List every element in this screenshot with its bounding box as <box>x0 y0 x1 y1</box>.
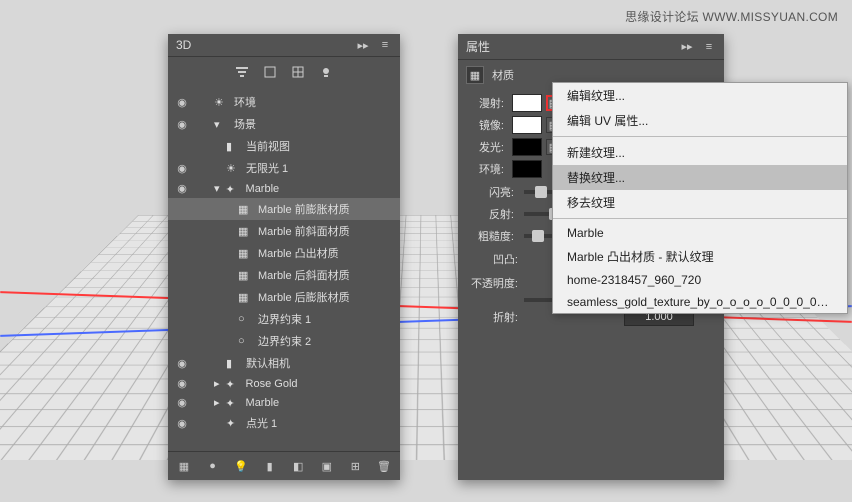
diffuse-swatch[interactable] <box>512 94 542 112</box>
material-icon: ▦ <box>466 66 484 84</box>
menu-new-texture[interactable]: 新建纹理... <box>553 140 847 165</box>
filter-1-icon[interactable] <box>235 65 249 79</box>
eye-icon[interactable]: ◉ <box>174 96 190 109</box>
eye-icon[interactable]: ◉ <box>174 182 190 195</box>
material-sub-title: 材质 <box>492 67 514 83</box>
eye-icon[interactable]: ◉ <box>174 417 190 430</box>
chevron-right-icon[interactable]: ▸▸ <box>356 38 370 52</box>
light-icon[interactable] <box>319 65 333 79</box>
sphere-icon[interactable]: ● <box>205 458 221 474</box>
eye-icon[interactable]: ◉ <box>174 162 190 175</box>
tree-point-light[interactable]: ◉✦点光 1 <box>168 412 400 434</box>
tree-boundary-1[interactable]: ○边界约束 1 <box>168 308 400 330</box>
render-icon[interactable]: ▣ <box>319 458 335 474</box>
menu-texture-item[interactable]: home-2318457_960_720 <box>553 269 847 291</box>
scene-tree: ◉☀环境 ◉▾场景 ▮当前视图 ◉☀无限光 1 ◉▾✦Marble ▦Marbl… <box>168 87 400 451</box>
menu-texture-item[interactable]: Marble <box>553 222 847 244</box>
watermark: 思缘设计论坛 WWW.MISSYUAN.COM <box>625 8 838 25</box>
trash-icon[interactable]: 🗑 <box>376 458 392 474</box>
tree-rose-gold[interactable]: ◉▸✦Rose Gold <box>168 374 400 393</box>
menu-texture-item[interactable]: Marble 凸出材质 - 默认纹理 <box>553 244 847 269</box>
emission-swatch[interactable] <box>512 138 542 156</box>
panel-3d-top-toolbar <box>168 57 400 87</box>
new-icon[interactable]: ⊞ <box>347 458 363 474</box>
menu-texture-item[interactable]: seamless_gold_texture_by_o_o_o_o_0_0_0_0… <box>553 291 847 313</box>
chevron-right-icon[interactable]: ▸▸ <box>680 40 694 54</box>
tree-scene[interactable]: ◉▾场景 <box>168 113 400 135</box>
panel-properties-title: 属性 <box>466 38 680 55</box>
panel-menu-icon[interactable]: ≡ <box>378 38 392 52</box>
menu-replace-texture[interactable]: 替换纹理... <box>553 165 847 190</box>
color-icon[interactable]: ◧ <box>290 458 306 474</box>
panel-menu-icon[interactable]: ≡ <box>702 40 716 54</box>
tree-boundary-2[interactable]: ○边界约束 2 <box>168 330 400 352</box>
tree-infinite-light[interactable]: ◉☀无限光 1 <box>168 157 400 179</box>
light-icon[interactable]: 💡 <box>233 458 249 474</box>
panel-3d-bottom-toolbar: ▦ ● 💡 ▮ ◧ ▣ ⊞ 🗑 <box>168 451 400 480</box>
camera-icon[interactable]: ▮ <box>262 458 278 474</box>
panel-3d-title: 3D <box>176 38 356 52</box>
tree-marble-2[interactable]: ◉▸✦Marble <box>168 393 400 412</box>
texture-context-menu: 编辑纹理... 编辑 UV 属性... 新建纹理... 替换纹理... 移去纹理… <box>552 82 848 314</box>
panel-3d: 3D ▸▸ ≡ ◉☀环境 ◉▾场景 ▮当前视图 ◉☀无限光 1 ◉▾✦Marbl… <box>168 34 400 480</box>
tree-marble-extrude[interactable]: ▦Marble 凸出材质 <box>168 242 400 264</box>
menu-edit-texture[interactable]: 编辑纹理... <box>553 83 847 108</box>
mesh-icon[interactable]: ▦ <box>176 458 192 474</box>
menu-remove-texture[interactable]: 移去纹理 <box>553 190 847 215</box>
tree-marble-back-bevel[interactable]: ▦Marble 后斜面材质 <box>168 264 400 286</box>
filter-2-icon[interactable] <box>263 65 277 79</box>
mesh-icon[interactable] <box>291 65 305 79</box>
tree-marble-front-bevel[interactable]: ▦Marble 前斜面材质 <box>168 220 400 242</box>
eye-icon[interactable]: ◉ <box>174 377 190 390</box>
menu-edit-uv[interactable]: 编辑 UV 属性... <box>553 108 847 133</box>
tree-marble-back-extrude[interactable]: ▦Marble 后膨胀材质 <box>168 286 400 308</box>
specular-swatch[interactable] <box>512 116 542 134</box>
tree-default-camera[interactable]: ◉▮默认相机 <box>168 352 400 374</box>
tree-marble-front-extrude[interactable]: ▦Marble 前膨胀材质 <box>168 198 400 220</box>
tree-current-view[interactable]: ▮当前视图 <box>168 135 400 157</box>
eye-icon[interactable]: ◉ <box>174 396 190 409</box>
ambient-swatch[interactable] <box>512 160 542 178</box>
eye-icon[interactable]: ◉ <box>174 357 190 370</box>
eye-icon[interactable]: ◉ <box>174 118 190 131</box>
tree-marble[interactable]: ◉▾✦Marble <box>168 179 400 198</box>
tree-environment[interactable]: ◉☀环境 <box>168 91 400 113</box>
